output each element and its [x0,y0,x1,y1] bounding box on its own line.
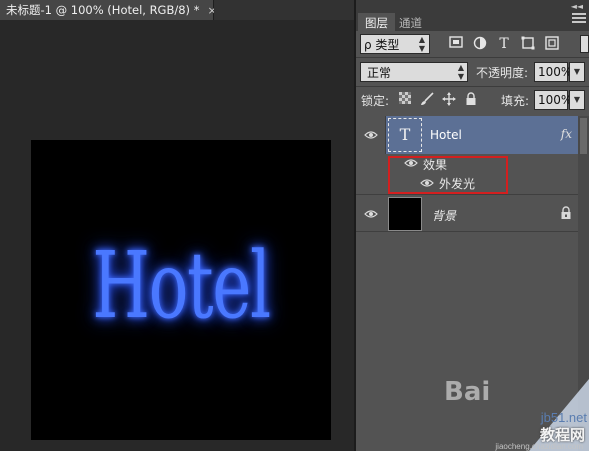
watermark: Bai jb51.net 教程网 jiaocheng.chazidian.com [430,372,589,451]
layer-row-hotel[interactable]: T Hotel fx [386,116,578,154]
fill-dropdown-icon[interactable]: ▼ [569,90,585,110]
smart-object-filter-icon[interactable] [544,36,560,52]
lock-paint-icon[interactable] [420,92,434,106]
annotation-highlight-box [388,156,508,194]
fill-label: 填充: [501,94,530,108]
tab-channels[interactable]: 通道 [392,13,429,31]
watermark-site: jb51.net [540,410,587,425]
panel-tab-bar: ◄◄ 图层 通道 [356,0,589,31]
fill-input[interactable]: 100% [534,90,572,110]
tab-layers[interactable]: 图层 [358,13,395,31]
layer-name-background[interactable]: 背景 [432,207,456,224]
lock-all-icon[interactable] [464,92,478,106]
adjustment-filter-icon[interactable] [472,36,488,52]
canvas-text-hotel: Hotel [92,232,271,339]
divider [356,86,589,87]
watermark-bai: Bai [444,377,491,407]
text-layer-thumbnail: T [388,118,422,152]
layer-visibility-column [356,116,386,154]
opacity-dropdown-icon[interactable]: ▼ [569,62,585,82]
image-filter-icon[interactable] [448,36,464,52]
filter-toggle-switch[interactable] [580,35,589,53]
lock-position-icon[interactable] [442,92,456,106]
type-filter-icon[interactable]: T [496,36,512,52]
filter-kind-label: ρ 类型 [364,37,400,52]
dropdown-arrow-icon: ▲ ▼ [457,63,464,81]
blend-mode-value: 正常 [367,65,392,80]
filter-kind-select[interactable]: ρ 类型 ▲ ▼ [360,34,430,54]
opacity-label: 不透明度: [476,66,529,80]
document-tab-title: 未标题-1 @ 100% (Hotel, RGB/8) * [6,3,200,17]
lock-transparent-icon[interactable] [398,92,412,106]
panel-menu-icon[interactable] [572,13,586,25]
canvas[interactable]: Hotel [31,140,331,440]
divider [356,57,589,58]
document-area: 未标题-1 @ 100% (Hotel, RGB/8) * × Hotel [0,0,354,451]
lock-label: 锁定: [361,94,390,108]
fx-icon[interactable]: fx [561,127,572,141]
dropdown-arrow-icon: ▲ ▼ [418,35,425,53]
eye-icon[interactable] [364,130,378,140]
tab-strip [214,0,354,20]
shape-filter-icon[interactable] [520,36,536,52]
lock-icon[interactable] [560,206,572,220]
watermark-url: jiaocheng.chazidian.com [495,442,583,451]
scrollbar-thumb[interactable] [580,118,587,154]
collapse-icon[interactable]: ◄◄ [571,2,583,11]
opacity-input[interactable]: 100% [534,62,572,82]
blend-mode-select[interactable]: 正常 ▲ ▼ [360,62,468,82]
document-tab[interactable]: 未标题-1 @ 100% (Hotel, RGB/8) * × [0,0,217,20]
layer-name-hotel[interactable]: Hotel [430,128,462,142]
eye-icon[interactable] [364,209,378,219]
layer-row-background[interactable]: 背景 [356,194,578,232]
background-layer-thumbnail [388,197,422,231]
